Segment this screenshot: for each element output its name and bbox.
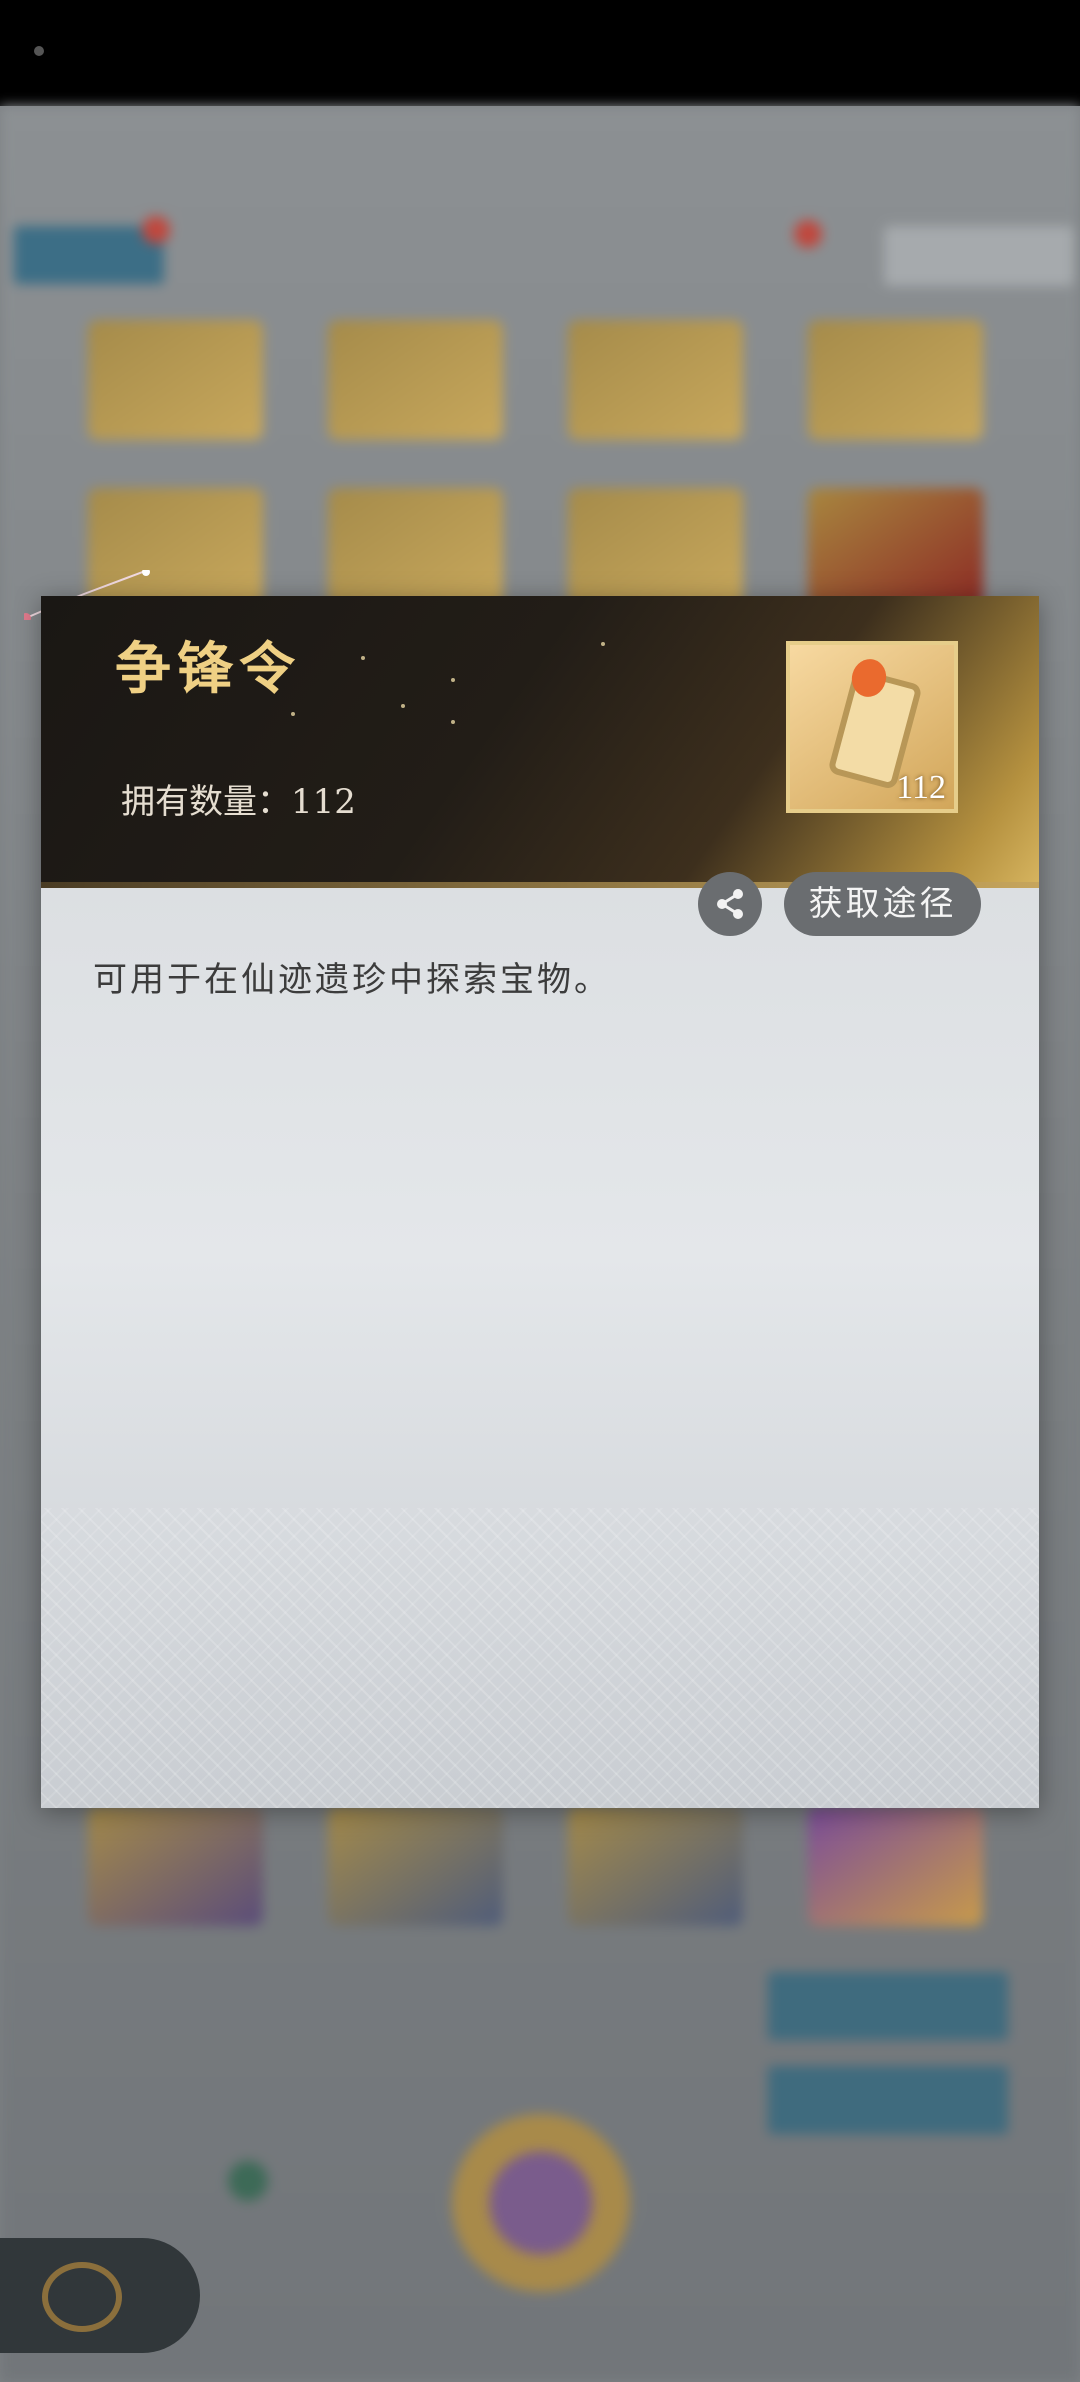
share-icon [717, 889, 743, 919]
item-icon: 112 [786, 641, 958, 813]
owned-count-value: 112 [291, 782, 356, 822]
item-title: 争锋令 [115, 636, 301, 702]
inventory-item[interactable] [568, 488, 743, 608]
acquire-source-button[interactable]: 获取途径 [784, 872, 981, 936]
item-description: 可用于在仙迹遗珍中探索宝物。 [93, 960, 611, 1000]
decorative-pattern [41, 1508, 1039, 1808]
info-badge-icon [228, 2161, 268, 2201]
inventory-item[interactable] [328, 1806, 503, 1926]
modal-body: 可用于在仙迹遗珍中探索宝物。 [41, 888, 1039, 1808]
inventory-item[interactable] [808, 488, 983, 608]
status-indicator-icon [34, 46, 44, 56]
notification-dot-icon [142, 216, 170, 244]
inventory-item[interactable] [328, 320, 503, 440]
tab-3[interactable] [354, 226, 504, 284]
share-button[interactable] [698, 872, 762, 936]
inventory-item[interactable] [568, 1806, 743, 1926]
inventory-item[interactable] [328, 488, 503, 608]
emblem-icon [42, 2262, 122, 2332]
filter-button[interactable] [884, 226, 1074, 286]
selected-item-preview[interactable] [452, 2114, 630, 2292]
tab-2[interactable] [184, 226, 334, 284]
action-button-1[interactable] [768, 1972, 1008, 2040]
tab-4[interactable] [514, 226, 664, 284]
inventory-item[interactable] [808, 1806, 983, 1926]
item-detail-modal: 争锋令 拥有数量：112 112 可用于在仙迹遗珍中探索宝物。 获取途径 [41, 596, 1039, 1808]
inventory-item[interactable] [88, 320, 263, 440]
inventory-item[interactable] [808, 320, 983, 440]
owned-count: 拥有数量：112 [121, 774, 356, 823]
status-bar [0, 0, 1080, 106]
tab-active[interactable] [14, 226, 164, 284]
owned-count-label: 拥有数量： [121, 782, 291, 822]
action-button-2[interactable] [768, 2066, 1008, 2134]
notification-dot-icon [794, 220, 822, 248]
tab-bar [14, 216, 1074, 290]
inventory-item[interactable] [568, 320, 743, 440]
item-icon-count: 112 [896, 769, 946, 806]
inventory-item[interactable] [88, 1806, 263, 1926]
modal-header: 争锋令 拥有数量：112 112 [41, 596, 1039, 888]
